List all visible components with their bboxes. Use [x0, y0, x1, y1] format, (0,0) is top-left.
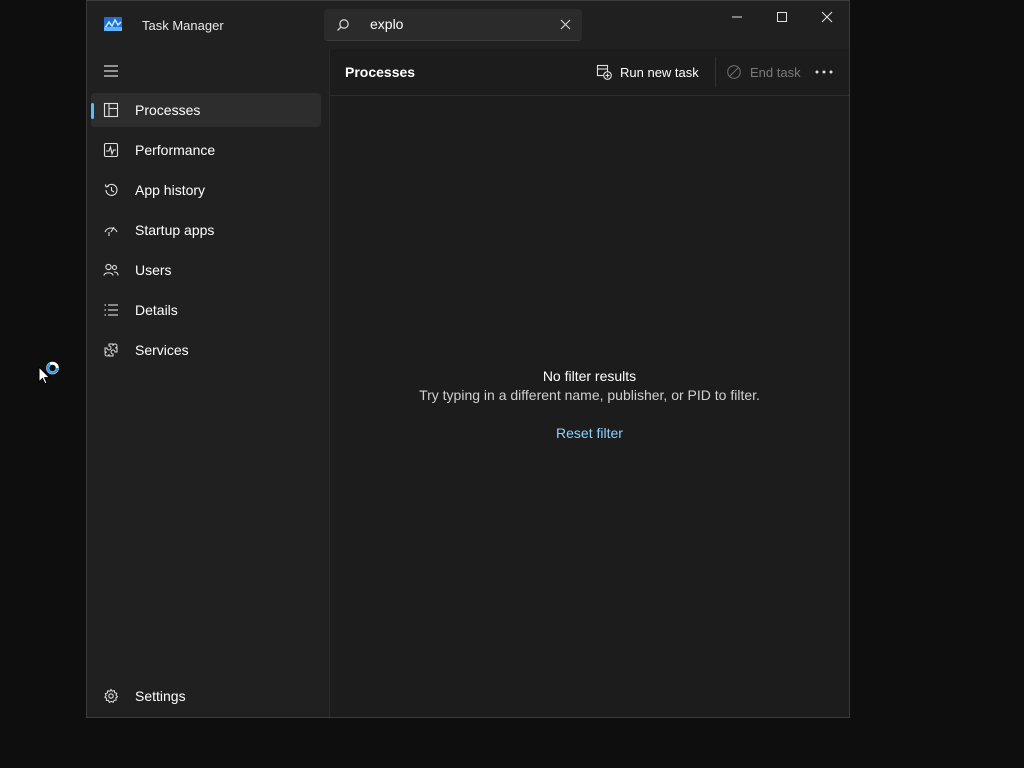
empty-state: No filter results Try typing in a differ… [330, 367, 849, 443]
minimize-button[interactable] [714, 1, 760, 33]
run-new-task-icon [596, 64, 612, 80]
sidebar-item-label: Details [135, 302, 178, 318]
task-manager-window: Task Manager explo Processes Performance… [86, 0, 850, 718]
task-manager-app-icon [104, 17, 122, 31]
sidebar-item-label: Startup apps [135, 222, 215, 238]
gear-icon [104, 688, 119, 704]
sidebar-item-label: Performance [135, 142, 216, 158]
sidebar-item-settings[interactable]: Settings [91, 679, 321, 713]
sidebar-item-details[interactable]: Details [91, 293, 321, 327]
run-new-task-button[interactable]: Run new task [590, 57, 699, 87]
sidebar-item-services[interactable]: Services [91, 333, 321, 367]
end-task-button[interactable]: End task [715, 57, 801, 87]
empty-state-message: Try typing in a different name, publishe… [419, 387, 760, 403]
clear-search-icon[interactable] [559, 18, 572, 31]
page-title: Processes [345, 64, 416, 80]
startup-apps-icon [104, 226, 118, 236]
title-bar: Task Manager [87, 1, 849, 49]
sidebar: Processes Performance App history Startu… [87, 49, 328, 717]
close-button[interactable] [804, 1, 849, 33]
reset-filter-link[interactable]: Reset filter [556, 425, 623, 441]
more-options-button[interactable] [808, 59, 840, 85]
sidebar-item-label: Processes [135, 102, 201, 118]
hamburger-icon [104, 65, 118, 77]
search-box[interactable] [324, 9, 582, 41]
main-panel: Processes Run new task End task No filte… [329, 49, 849, 717]
sidebar-item-users[interactable]: Users [91, 253, 321, 287]
services-icon [104, 343, 118, 357]
app-history-icon [104, 183, 118, 196]
sidebar-item-label: Users [135, 262, 172, 278]
sidebar-item-label: App history [135, 182, 206, 198]
command-bar: Processes Run new task End task [330, 49, 849, 96]
sidebar-item-label: Settings [135, 688, 186, 704]
search-icon [337, 19, 349, 31]
search-input[interactable] [370, 9, 540, 39]
sidebar-item-processes[interactable]: Processes [91, 93, 321, 127]
sidebar-item-label: Services [135, 342, 189, 358]
sidebar-item-app-history[interactable]: App history [91, 173, 321, 207]
empty-state-title: No filter results [542, 368, 637, 384]
end-task-label: End task [750, 64, 801, 80]
performance-icon [103, 142, 119, 158]
users-icon [103, 263, 119, 276]
window-title: Task Manager [142, 18, 224, 33]
details-icon [104, 304, 118, 316]
close-icon [821, 11, 833, 23]
maximize-icon [777, 12, 787, 22]
end-task-icon [727, 65, 741, 79]
desktop: Task Manager explo Processes Performance… [0, 0, 1024, 768]
processes-icon [103, 102, 119, 118]
more-icon [815, 70, 833, 74]
maximize-button[interactable] [759, 1, 805, 33]
sidebar-item-performance[interactable]: Performance [91, 133, 321, 167]
busy-cursor-icon [38, 361, 59, 385]
navigation-menu-button[interactable] [97, 57, 125, 85]
run-new-task-label: Run new task [620, 64, 699, 80]
sidebar-item-startup-apps[interactable]: Startup apps [91, 213, 321, 247]
minimize-icon [732, 16, 742, 18]
